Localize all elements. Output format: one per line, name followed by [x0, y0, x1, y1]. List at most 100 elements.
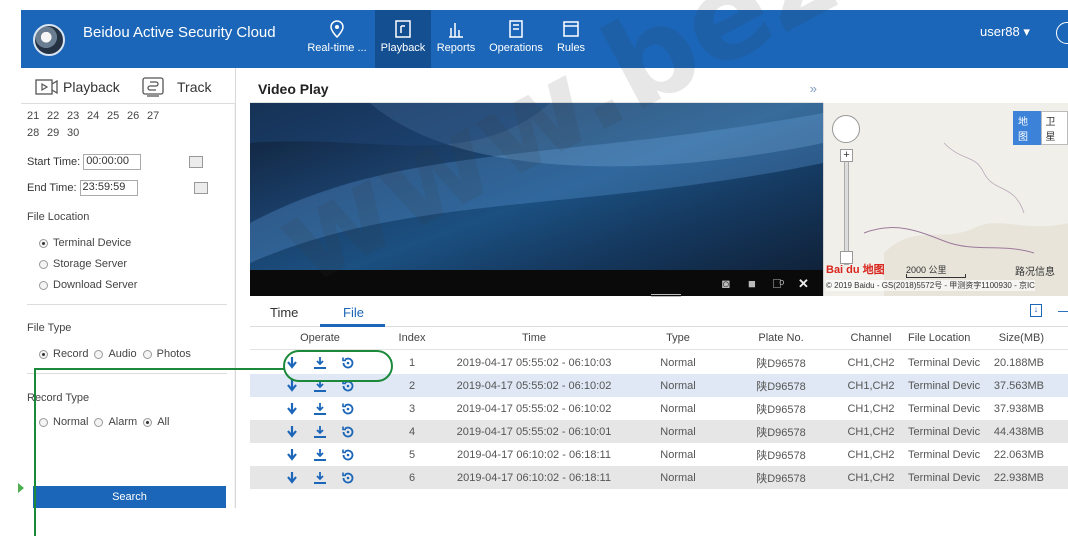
- radio-label[interactable]: Alarm: [108, 416, 137, 428]
- tab-time[interactable]: Time: [270, 305, 298, 320]
- tab-playback[interactable]: Playback: [35, 75, 120, 99]
- replay-icon[interactable]: [341, 425, 355, 439]
- nav-realtime[interactable]: Real-time ...: [299, 10, 375, 68]
- start-time-input[interactable]: 00:00:00: [83, 154, 142, 170]
- traffic-toggle[interactable]: 路况信息: [1015, 263, 1055, 278]
- row-index: 2: [408, 379, 416, 392]
- calendar-day[interactable]: 29: [47, 127, 67, 144]
- radio-icon[interactable]: [142, 349, 152, 359]
- nav-rules[interactable]: Rules: [551, 10, 591, 68]
- file-location-storage[interactable]: Storage Server: [39, 258, 127, 270]
- col-file-location: File Location: [908, 332, 971, 344]
- replay-icon[interactable]: [341, 402, 355, 416]
- calendar-picker-icon[interactable]: [193, 182, 208, 194]
- calendar-week: 28 29 30: [27, 127, 167, 144]
- radio-selected-icon[interactable]: [143, 417, 153, 427]
- download-arrow-icon[interactable]: [285, 425, 299, 439]
- camera-icon[interactable]: ◙: [722, 276, 730, 291]
- file-type-options: Record Audio Photos: [39, 348, 191, 360]
- video-header: Video Play »: [250, 77, 823, 103]
- calendar-day[interactable]: 26: [127, 110, 147, 127]
- app: Beidou Active Security Cloud Real-time .…: [0, 0, 1068, 537]
- calendar-day[interactable]: 24: [87, 110, 107, 127]
- calendar-day[interactable]: 21: [27, 110, 47, 127]
- sidebar-scrollbar[interactable]: [234, 104, 235, 508]
- tab-playback-label: Playback: [63, 79, 120, 95]
- download-arrow-icon[interactable]: [285, 402, 299, 416]
- radio-label: Download Server: [53, 279, 138, 291]
- radio-icon[interactable]: [94, 349, 104, 359]
- help-circle-icon[interactable]: [1056, 22, 1068, 44]
- calendar-picker-icon[interactable]: [189, 156, 204, 168]
- file-type-label: File Type: [27, 322, 72, 334]
- nav-label: Operations: [489, 42, 543, 54]
- calendar-day[interactable]: 25: [107, 110, 127, 127]
- file-location-terminal[interactable]: Terminal Device: [39, 237, 131, 249]
- download-tray-icon[interactable]: [313, 471, 327, 485]
- calendar-day[interactable]: 28: [27, 127, 47, 144]
- map-panel[interactable]: 地图 卫星 + Bai du 地图 2000 公里 路况信息 © 2019 Ba…: [823, 103, 1068, 296]
- calendar-day[interactable]: 22: [47, 110, 67, 127]
- tab-track[interactable]: Track: [141, 75, 211, 99]
- replay-icon[interactable]: [341, 471, 355, 485]
- file-location-download[interactable]: Download Server: [39, 279, 137, 291]
- radio-label: Terminal Device: [53, 237, 132, 249]
- radio-selected-icon: [39, 238, 48, 248]
- end-time-input[interactable]: 23:59:59: [79, 180, 138, 196]
- calendar-day[interactable]: 30: [67, 127, 87, 144]
- video-player[interactable]: ◙ ■ ◀ͦ ✕: [250, 103, 823, 296]
- zoom-slider[interactable]: [844, 159, 849, 265]
- sidebar: Playback Track 21 22 23 24 25 26 27 28 2…: [21, 68, 236, 508]
- table-row[interactable]: 6 2019-04-17 06:10:02 - 06:18:11 Normal 陕D9…: [250, 466, 1068, 489]
- radio-icon: [39, 280, 48, 290]
- row-size: 20.188MB: [993, 356, 1044, 369]
- nav-label: Reports: [436, 42, 476, 54]
- radio-icon[interactable]: [39, 417, 48, 427]
- download-tray-icon[interactable]: [313, 425, 327, 439]
- radio-label[interactable]: Record: [53, 348, 88, 360]
- download-tray-icon[interactable]: [313, 448, 327, 462]
- row-channel: CH1,CH2: [847, 448, 895, 461]
- minimize-icon[interactable]: —: [1058, 302, 1068, 318]
- radio-icon[interactable]: [94, 417, 104, 427]
- calendar-day[interactable]: 27: [147, 110, 167, 127]
- map-type-map[interactable]: 地图: [1013, 111, 1041, 145]
- nav-operations[interactable]: Operations: [481, 10, 551, 68]
- table-row[interactable]: 3 2019-04-17 05:55:02 - 06:10:02 Normal 陕D9…: [250, 397, 1068, 420]
- row-channel: CH1,CH2: [847, 379, 895, 392]
- row-channel: CH1,CH2: [847, 425, 895, 438]
- radio-label[interactable]: All: [157, 416, 169, 428]
- calendar-day[interactable]: 23: [67, 110, 87, 127]
- collapse-icon[interactable]: »: [810, 81, 817, 96]
- download-arrow-icon[interactable]: [285, 471, 299, 485]
- radio-selected-icon[interactable]: [39, 349, 48, 359]
- radio-label[interactable]: Audio: [108, 348, 136, 360]
- resize-grip[interactable]: [651, 294, 681, 297]
- volume-icon[interactable]: ◀ͦ: [772, 276, 782, 291]
- download-arrow-icon[interactable]: [285, 448, 299, 462]
- table-row[interactable]: 4 2019-04-17 05:55:02 - 06:10:01 Normal 陕D9…: [250, 420, 1068, 443]
- nav-reports[interactable]: Reports: [431, 10, 481, 68]
- map-type-satellite[interactable]: 卫星: [1040, 111, 1068, 145]
- col-plate: Plate No.: [758, 332, 804, 344]
- radio-label[interactable]: Normal: [53, 416, 88, 428]
- row-file-location: Terminal Devic: [908, 356, 981, 369]
- fullscreen-icon[interactable]: ✕: [798, 276, 809, 292]
- result-tabs: Time File ↓ —: [250, 300, 1068, 327]
- tab-file[interactable]: File: [343, 305, 364, 320]
- nav-playback[interactable]: Playback: [375, 10, 431, 68]
- row-type: Normal: [660, 471, 696, 484]
- download-tray-icon[interactable]: [313, 402, 327, 416]
- export-icon[interactable]: ↓: [1030, 304, 1042, 317]
- user-menu[interactable]: user88 ▾: [980, 24, 1030, 40]
- zoom-in-icon[interactable]: +: [840, 149, 853, 162]
- row-plate: 陕D96578: [756, 426, 806, 439]
- table-row[interactable]: 5 2019-04-17 06:10:02 - 06:18:11 Normal 陕D9…: [250, 443, 1068, 466]
- stop-icon[interactable]: ■: [748, 276, 756, 291]
- radio-label[interactable]: Photos: [157, 348, 191, 360]
- pan-control-icon[interactable]: [832, 115, 860, 143]
- search-button[interactable]: Search: [33, 486, 226, 508]
- row-index: 3: [408, 402, 416, 415]
- replay-icon[interactable]: [341, 448, 355, 462]
- row-file-location: Terminal Devic: [908, 448, 981, 461]
